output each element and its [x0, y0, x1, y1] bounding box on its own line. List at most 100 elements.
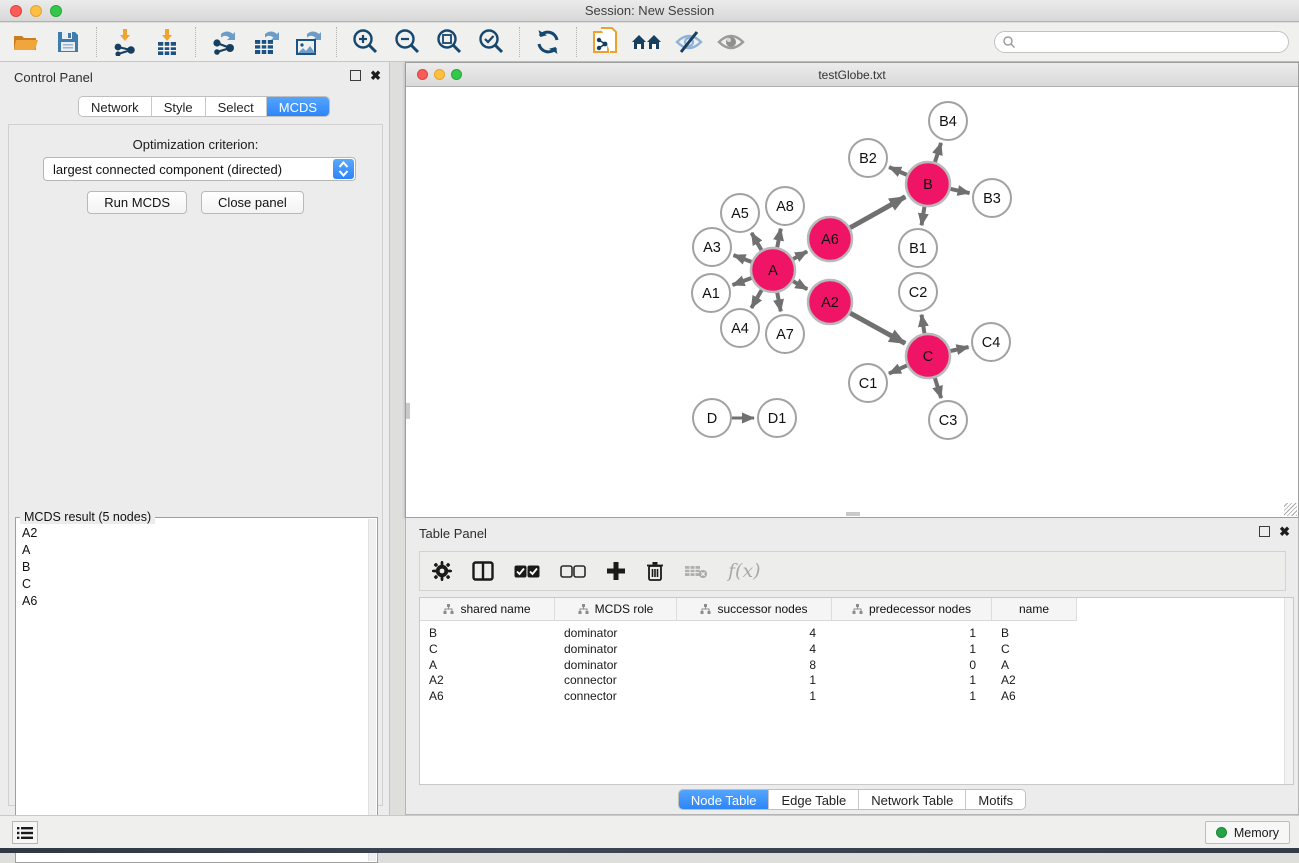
edge-A-A8[interactable] — [777, 229, 781, 248]
table-tab-motifs[interactable]: Motifs — [966, 790, 1025, 809]
edge-C-C2[interactable] — [922, 315, 925, 334]
mcds-result-item[interactable]: A2 — [16, 524, 368, 541]
close-panel-button[interactable]: Close panel — [201, 191, 304, 214]
node-D[interactable]: D — [693, 399, 731, 437]
hide-selected-button[interactable] — [671, 26, 707, 58]
edge-A-A5[interactable] — [752, 233, 762, 250]
close-panel-icon[interactable]: ✖ — [370, 70, 381, 81]
node-B3[interactable]: B3 — [973, 179, 1011, 217]
export-network-button[interactable] — [206, 26, 242, 58]
node-A8[interactable]: A8 — [766, 187, 804, 225]
mcds-result-item[interactable]: A6 — [16, 592, 368, 609]
column-header-successor-nodes[interactable]: successor nodes — [677, 598, 832, 620]
zoom-out-button[interactable] — [389, 26, 425, 58]
table-float-panel-icon[interactable] — [1259, 526, 1270, 537]
column-header-MCDS-role[interactable]: MCDS role — [555, 598, 677, 620]
table-close-panel-icon[interactable]: ✖ — [1279, 526, 1290, 537]
first-neighbors-button[interactable] — [629, 26, 665, 58]
save-session-button[interactable] — [50, 26, 86, 58]
tab-style[interactable]: Style — [152, 97, 206, 116]
import-network-button[interactable] — [107, 26, 143, 58]
optimization-criterion-select[interactable]: largest connected component (directed) — [43, 157, 356, 181]
node-B4[interactable]: B4 — [929, 102, 967, 140]
apply-layout-button[interactable] — [530, 26, 566, 58]
edge-A-A1[interactable] — [733, 278, 752, 285]
node-C3[interactable]: C3 — [929, 401, 967, 439]
zoom-in-button[interactable] — [347, 26, 383, 58]
edge-B-B1[interactable] — [922, 207, 925, 226]
delete-columns-button[interactable] — [646, 556, 664, 586]
column-header-name[interactable]: name — [992, 598, 1077, 620]
table-row[interactable]: A6connector11A6 — [420, 688, 1077, 704]
node-B1[interactable]: B1 — [899, 229, 937, 267]
node-A2[interactable]: A2 — [808, 280, 852, 324]
search-input[interactable] — [994, 31, 1289, 53]
table-row[interactable]: Cdominator41C — [420, 641, 1077, 657]
edge-A-A2[interactable] — [793, 281, 807, 289]
edge-A6-B[interactable] — [850, 197, 905, 228]
network-vertical-scrollbar[interactable] — [406, 403, 410, 419]
node-A[interactable]: A — [751, 248, 795, 292]
network-horizontal-scrollbar[interactable] — [846, 512, 860, 516]
node-C1[interactable]: C1 — [849, 364, 887, 402]
table-tab-node-table[interactable]: Node Table — [679, 790, 770, 809]
network-window-title-bar[interactable]: testGlobe.txt — [406, 63, 1298, 87]
node-A5[interactable]: A5 — [721, 194, 759, 232]
import-table-button[interactable] — [149, 26, 185, 58]
node-A6[interactable]: A6 — [808, 217, 852, 261]
table-row[interactable]: A2connector11A2 — [420, 672, 1077, 688]
memory-button[interactable]: Memory — [1205, 821, 1290, 844]
column-header-predecessor-nodes[interactable]: predecessor nodes — [832, 598, 992, 620]
edge-A2-C[interactable] — [850, 313, 905, 343]
zoom-fit-button[interactable] — [431, 26, 467, 58]
table-row[interactable]: Bdominator41B — [420, 625, 1077, 641]
task-history-button[interactable] — [12, 821, 38, 844]
node-A3[interactable]: A3 — [693, 228, 731, 266]
table-row[interactable]: Adominator80A — [420, 657, 1077, 673]
select-all-columns-button[interactable] — [514, 556, 540, 586]
edge-C-C1[interactable] — [889, 365, 907, 373]
tab-select[interactable]: Select — [206, 97, 267, 116]
edge-B-B2[interactable] — [889, 167, 907, 175]
show-all-button[interactable] — [713, 26, 749, 58]
zoom-selected-button[interactable] — [473, 26, 509, 58]
tab-network[interactable]: Network — [79, 97, 152, 116]
run-mcds-button[interactable]: Run MCDS — [87, 191, 187, 214]
show-column-panel-button[interactable] — [472, 556, 494, 586]
export-image-button[interactable] — [290, 26, 326, 58]
node-B[interactable]: B — [906, 162, 950, 206]
result-scrollbar[interactable] — [368, 519, 376, 861]
edge-C-C3[interactable] — [935, 378, 941, 398]
tab-mcds[interactable]: MCDS — [267, 97, 329, 116]
node-A7[interactable]: A7 — [766, 315, 804, 353]
table-tab-edge-table[interactable]: Edge Table — [769, 790, 859, 809]
edge-B-B4[interactable] — [935, 143, 941, 162]
new-network-from-selection-button[interactable] — [587, 26, 623, 58]
table-scrollbar[interactable] — [1284, 598, 1293, 784]
mcds-result-item[interactable]: B — [16, 558, 368, 575]
mcds-result-item[interactable]: A — [16, 541, 368, 558]
edge-A-A4[interactable] — [751, 290, 761, 308]
network-canvas[interactable]: B4B2BB3A8A5A6A3B1AC2A1A2A4A7C4CC1C3DD1 — [406, 88, 1298, 512]
unselect-all-columns-button[interactable] — [560, 556, 586, 586]
float-panel-icon[interactable] — [350, 70, 361, 81]
node-C2[interactable]: C2 — [899, 273, 937, 311]
node-C[interactable]: C — [906, 334, 950, 378]
edge-C-C4[interactable] — [950, 347, 968, 351]
edge-B-B3[interactable] — [950, 189, 969, 193]
open-session-button[interactable] — [8, 26, 44, 58]
column-header-shared-name[interactable]: shared name — [420, 598, 555, 620]
table-settings-button[interactable] — [432, 556, 452, 586]
resize-grip-icon[interactable] — [1284, 503, 1297, 516]
mcds-result-item[interactable]: C — [16, 575, 368, 592]
export-table-button[interactable] — [248, 26, 284, 58]
table-tab-network-table[interactable]: Network Table — [859, 790, 966, 809]
node-A1[interactable]: A1 — [692, 274, 730, 312]
edge-A-A6[interactable] — [793, 251, 807, 259]
node-C4[interactable]: C4 — [972, 323, 1010, 361]
node-D1[interactable]: D1 — [758, 399, 796, 437]
edge-A-A7[interactable] — [777, 293, 781, 312]
create-column-button[interactable] — [606, 556, 626, 586]
node-B2[interactable]: B2 — [849, 139, 887, 177]
edge-A-A3[interactable] — [734, 255, 752, 262]
